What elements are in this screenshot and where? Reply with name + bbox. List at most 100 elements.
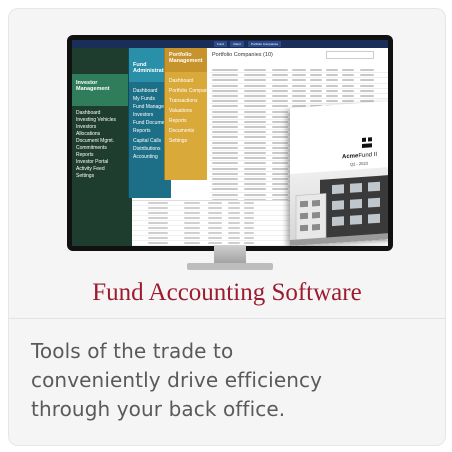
table-cell <box>212 141 238 144</box>
table-cell <box>212 177 238 180</box>
monitor-illustration: Fund Client Portfolio Companies Investor… <box>67 35 393 270</box>
table-cell <box>244 152 266 154</box>
nav-green-item: Investors <box>76 124 97 130</box>
table-cell <box>212 115 238 118</box>
table-cell <box>272 120 288 123</box>
list-cell <box>244 227 254 229</box>
nav-gold-item: Settings <box>169 138 188 144</box>
table-cell <box>310 84 322 87</box>
table-cell <box>244 69 266 71</box>
nav-gold-item: Portfolio Companies <box>169 88 215 94</box>
table-cell <box>244 183 266 186</box>
list-cell <box>228 237 240 239</box>
table-cell <box>272 110 288 113</box>
description-line: through your back office. <box>31 397 286 421</box>
table-cell <box>244 120 266 123</box>
table-cell <box>244 157 266 160</box>
list-cell <box>228 232 240 234</box>
table-cell <box>310 74 322 77</box>
table-cell <box>360 94 374 97</box>
table-cell <box>244 131 266 134</box>
table-cell <box>272 94 288 97</box>
list-cell <box>148 227 168 229</box>
table-cell <box>292 89 306 92</box>
list-cell <box>208 237 222 239</box>
table-cell <box>212 89 238 92</box>
list-cell <box>208 202 222 204</box>
table-cell <box>272 100 288 103</box>
list-cell <box>148 212 168 214</box>
table-cell <box>212 131 238 134</box>
table-cell <box>292 79 306 82</box>
monitor-screen: Fund Client Portfolio Companies Investor… <box>72 40 388 246</box>
nav-teal-item: Dashboard <box>133 88 158 94</box>
nav-teal-item: Accounting <box>133 154 158 160</box>
table-cell <box>272 172 288 175</box>
list-cell <box>228 227 240 229</box>
table-cell <box>292 69 306 71</box>
table-cell <box>310 89 322 92</box>
table-cell <box>342 84 354 87</box>
table-cell <box>326 69 338 71</box>
nav-gold-item: Reports <box>169 118 187 124</box>
table-cell <box>244 115 266 118</box>
table-cell <box>212 94 238 97</box>
list-cell <box>148 232 168 234</box>
list-cell <box>148 237 168 239</box>
table-cell <box>360 74 374 77</box>
product-card[interactable]: Fund Client Portfolio Companies Investor… <box>8 8 446 446</box>
table-cell <box>272 193 288 196</box>
description-line: conveniently drive efficiency <box>31 368 323 392</box>
list-cell <box>148 242 168 244</box>
list-cell <box>228 212 240 214</box>
list-cell <box>208 207 222 209</box>
table-cell <box>212 193 238 196</box>
nav-gold-heading: Portfolio Management <box>169 52 203 64</box>
table-cell <box>212 110 238 113</box>
table-cell <box>342 100 354 103</box>
list-cell <box>184 237 200 239</box>
table-cell <box>244 167 266 170</box>
nav-green-item: Activity Feed <box>76 166 105 172</box>
content-title: Portfolio Companies (10) <box>212 52 273 58</box>
table-cell <box>244 141 266 144</box>
table-cell <box>272 136 288 139</box>
brochure-brand-bold: Acme <box>342 153 359 161</box>
table-cell <box>326 94 338 97</box>
table-cell <box>212 136 238 139</box>
table-cell <box>326 79 338 82</box>
nav-gold-item: Dashboard <box>169 78 194 84</box>
nav-gold-item: Documents <box>169 128 195 134</box>
table-cell <box>272 157 288 160</box>
brochure-brand-rest: Fund II <box>358 151 378 160</box>
list-cell <box>244 237 254 239</box>
nav-green-item: Reports <box>76 152 94 158</box>
nav-teal-item: Fund Manager <box>133 104 166 110</box>
table-cell <box>326 89 338 92</box>
table-cell <box>272 69 288 71</box>
table-cell <box>244 100 266 103</box>
nav-green-item: Commitments <box>76 145 107 151</box>
table-cell <box>342 79 354 82</box>
fund-brochure: AcmeFund II Q2 - 2023 <box>290 100 388 246</box>
table-cell <box>292 100 306 103</box>
list-cell <box>184 207 200 209</box>
table-cell <box>272 126 288 129</box>
list-cell <box>244 217 254 219</box>
table-cell <box>310 94 322 97</box>
list-cell <box>184 242 200 244</box>
table-cell <box>244 94 266 97</box>
nav-green-item: Allocations <box>76 131 101 137</box>
list-cell <box>208 222 222 224</box>
monitor-bezel: Fund Client Portfolio Companies Investor… <box>67 35 393 251</box>
card-title[interactable]: Fund Accounting Software <box>9 279 445 307</box>
table-cell <box>272 131 288 134</box>
table-cell <box>272 167 288 170</box>
list-cell <box>184 212 200 214</box>
list-cell <box>244 202 254 204</box>
nav-teal-item: Distributions <box>133 146 161 152</box>
table-cell <box>212 120 238 123</box>
app-tab-client: Client <box>230 41 244 47</box>
table-cell <box>244 136 266 139</box>
table-cell <box>292 94 306 97</box>
